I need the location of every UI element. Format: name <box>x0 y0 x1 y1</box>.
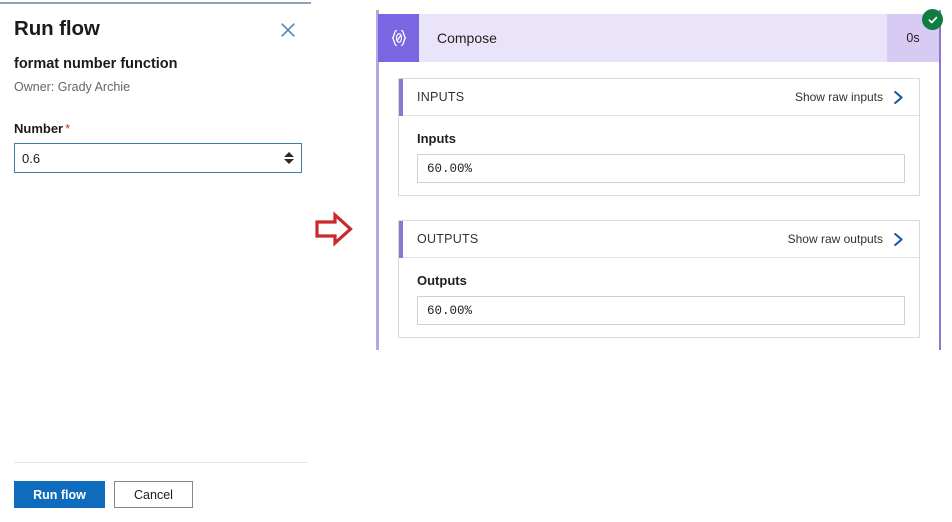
arrow-right-icon <box>315 211 353 247</box>
panel-actions: Run flow Cancel <box>14 481 193 508</box>
outputs-field-value: 60.00% <box>417 296 905 325</box>
inputs-section-title: INPUTS <box>417 90 465 104</box>
compose-duration-text: 0s <box>906 31 920 45</box>
inputs-field-value: 60.00% <box>417 154 905 183</box>
compose-action-header[interactable]: Compose 0s <box>378 9 943 62</box>
show-raw-inputs-link[interactable]: Show raw inputs <box>795 90 905 105</box>
flow-name: format number function <box>14 56 178 72</box>
number-field-label: Number * <box>14 121 310 136</box>
show-raw-outputs-label: Show raw outputs <box>787 232 883 246</box>
screen: Run flow format number function Owner: G… <box>0 0 952 522</box>
show-raw-outputs-link[interactable]: Show raw outputs <box>788 232 905 247</box>
chevron-up-icon[interactable] <box>283 152 294 157</box>
flow-owner: Owner: Grady Archie <box>14 80 131 94</box>
number-input-container[interactable] <box>14 143 302 173</box>
run-flow-panel-body: Run flow format number function Owner: G… <box>14 16 310 173</box>
inputs-field-caption: Inputs <box>417 131 456 146</box>
outputs-section-card: OUTPUTS Show raw outputs Outputs 60.00% <box>398 220 920 338</box>
page-title: Run flow <box>14 17 100 40</box>
compose-braces-icon <box>391 29 406 47</box>
outputs-field: Outputs 60.00% <box>399 258 919 325</box>
run-flow-button[interactable]: Run flow <box>14 481 105 508</box>
inputs-accent-bar <box>399 79 403 116</box>
compose-action-title: Compose <box>437 30 497 46</box>
outputs-section-title: OUTPUTS <box>417 232 479 246</box>
panel-title-row: Run flow <box>14 16 295 46</box>
show-raw-inputs-label: Show raw inputs <box>794 90 883 104</box>
check-circle-icon <box>928 16 937 23</box>
close-icon <box>281 23 295 37</box>
chevron-down-icon[interactable] <box>283 159 294 164</box>
number-field-label-text: Number <box>14 121 64 136</box>
inputs-field: Inputs 60.00% <box>399 116 919 183</box>
outputs-section-header: OUTPUTS Show raw outputs <box>399 221 919 258</box>
chevron-right-icon <box>894 90 903 104</box>
panel-top-divider <box>0 2 311 4</box>
required-asterisk: * <box>65 121 71 136</box>
quantity-stepper[interactable] <box>282 148 295 168</box>
inputs-section-header: INPUTS Show raw inputs <box>399 79 919 116</box>
panel-right-accent-bar <box>939 10 941 350</box>
status-badge <box>922 9 943 30</box>
number-input[interactable] <box>15 144 301 172</box>
outputs-field-caption: Outputs <box>417 273 467 288</box>
compose-duration-box: 0s <box>887 9 943 62</box>
compose-icon-tile <box>378 14 419 62</box>
outputs-accent-bar <box>399 221 403 258</box>
chevron-right-icon <box>894 232 903 246</box>
run-flow-panel: Run flow format number function Owner: G… <box>0 0 311 522</box>
annotation-arrow <box>313 208 355 250</box>
cancel-button[interactable]: Cancel <box>114 481 193 508</box>
close-button[interactable] <box>277 19 299 41</box>
inputs-section-card: INPUTS Show raw inputs Inputs 60.00% <box>398 78 920 196</box>
panel-footer-divider <box>14 462 308 463</box>
run-details-panel: Compose 0s INPUTS Show raw inputs Inputs… <box>376 9 943 350</box>
